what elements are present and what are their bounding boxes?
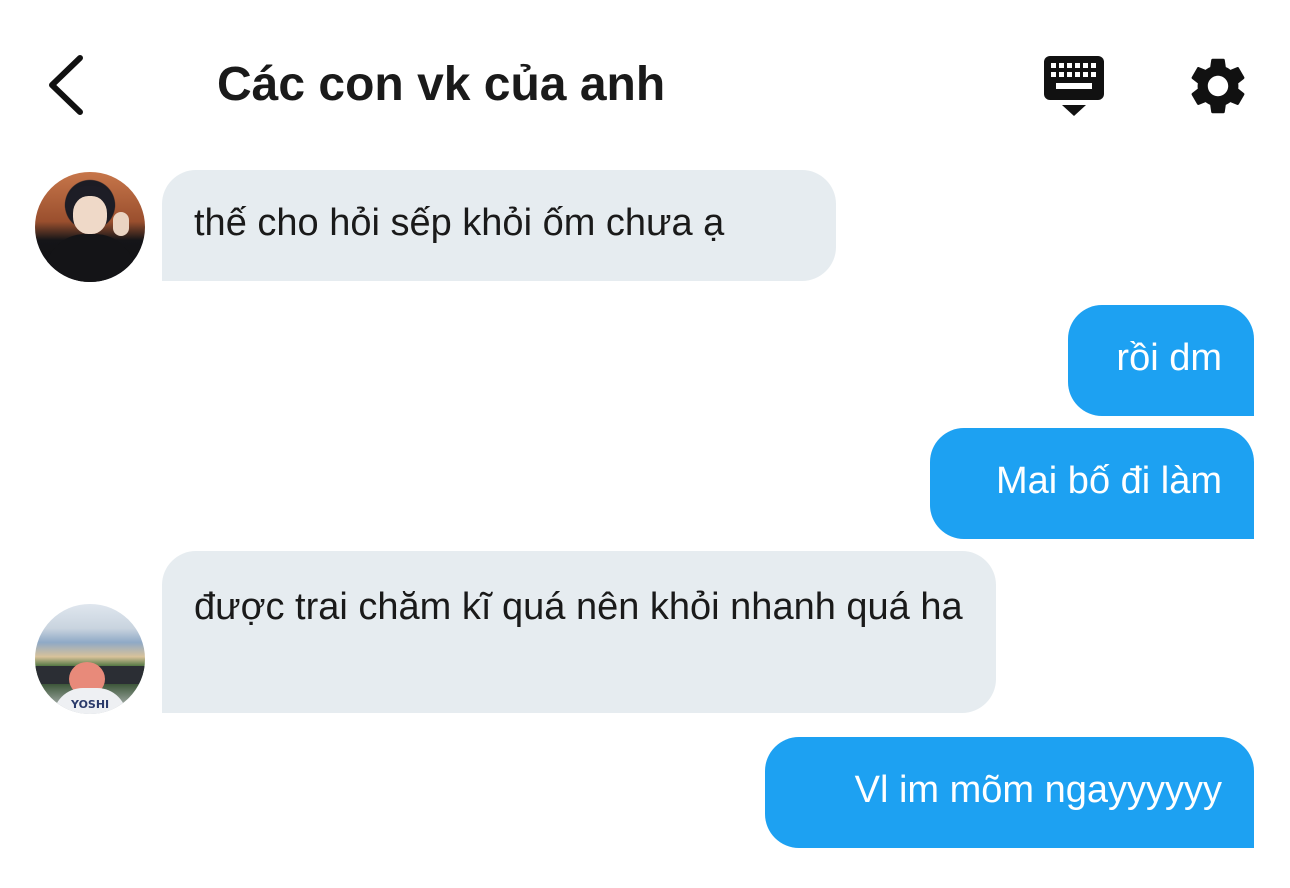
message-bubble-outgoing[interactable]: Vl im mõm ngayyyyyy <box>765 737 1254 848</box>
avatar[interactable] <box>35 172 145 282</box>
chevron-left-icon <box>49 55 83 115</box>
avatar-hand <box>113 212 129 236</box>
message-bubble-incoming[interactable]: được trai chăm kĩ quá nên khỏi nhanh quá… <box>162 551 996 713</box>
conversation-title: Các con vk của anh <box>217 58 666 111</box>
keyboard-icon <box>1044 56 1104 116</box>
chat-screen: Các con vk của anh thế cho hỏi sếp khỏi … <box>0 0 1290 888</box>
avatar-face <box>73 196 107 234</box>
gear-icon <box>1191 58 1245 114</box>
settings-button[interactable] <box>1184 52 1252 120</box>
message-bubble-outgoing[interactable]: Mai bố đi làm <box>930 428 1254 539</box>
avatar[interactable]: YOSHI <box>35 604 145 714</box>
message-bubble-incoming[interactable]: thế cho hỏi sếp khỏi ốm chưa ạ <box>162 170 836 281</box>
back-button[interactable] <box>40 50 100 120</box>
avatar-shirt <box>45 234 135 282</box>
chat-header: Các con vk của anh <box>0 0 1290 160</box>
avatar-shirt-text: YOSHI <box>71 698 110 711</box>
message-bubble-outgoing[interactable]: rồi dm <box>1068 305 1254 416</box>
keyboard-button[interactable] <box>1040 52 1110 120</box>
